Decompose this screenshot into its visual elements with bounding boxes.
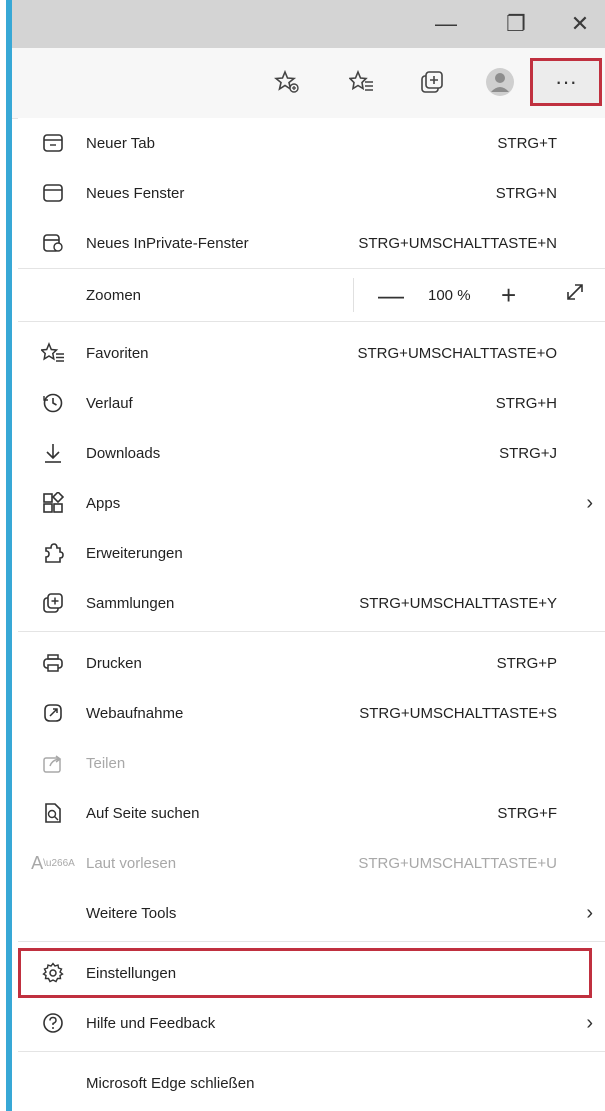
menu-item-shortcut: STRG+UMSCHALTTASTE+Y — [359, 594, 557, 612]
menu-item-help[interactable]: Hilfe und Feedback › — [18, 998, 605, 1048]
menu-item-label: Neues Fenster — [86, 184, 185, 202]
profile-icon[interactable] — [480, 62, 520, 102]
menu-item-shortcut: STRG+UMSCHALTTASTE+S — [359, 704, 557, 722]
menu-item-shortcut: STRG+H — [495, 394, 557, 412]
menu-item-label: Weitere Tools — [86, 904, 177, 922]
menu-item-label: Sammlungen — [86, 594, 175, 612]
menu-item-label: Favoriten — [86, 344, 149, 362]
find-icon — [40, 800, 66, 826]
favorites-icon[interactable] — [342, 62, 382, 102]
menu-item-label: Downloads — [86, 444, 161, 462]
history-icon — [40, 390, 66, 416]
menu-divider — [18, 631, 605, 632]
menu-divider — [18, 941, 605, 942]
chevron-right-icon: › — [586, 491, 593, 514]
menu-item-apps[interactable]: Apps › — [18, 478, 605, 528]
menu-item-label: Drucken — [86, 654, 142, 672]
menu-item-more-tools[interactable]: Weitere Tools › — [18, 888, 605, 938]
menu-item-shortcut: STRG+P — [496, 654, 557, 672]
zoom-separator — [353, 278, 354, 312]
menu-item-label: Webaufnahme — [86, 704, 184, 722]
menu-item-web-capture[interactable]: Webaufnahme STRG+UMSCHALTTASTE+S — [18, 688, 605, 738]
menu-item-label: Neues InPrivate-Fenster — [86, 234, 249, 252]
chevron-right-icon: › — [586, 901, 593, 924]
menu-item-share: Teilen — [18, 738, 605, 788]
browser-window: — ❐ ✕ ··· Neuer Tab STRG+T Neues Fenster… — [0, 0, 605, 1111]
menu-item-new-window[interactable]: Neues Fenster STRG+N — [18, 168, 605, 218]
minimize-button[interactable]: — — [426, 6, 466, 42]
download-icon — [40, 440, 66, 466]
menu-item-downloads[interactable]: Downloads STRG+J — [18, 428, 605, 478]
fullscreen-icon[interactable] — [564, 281, 586, 309]
share-icon — [40, 750, 66, 776]
print-icon — [40, 650, 66, 676]
extensions-icon — [40, 540, 66, 566]
close-window-button[interactable]: ✕ — [560, 6, 600, 42]
menu-item-shortcut: STRG+J — [499, 444, 557, 462]
menu-divider — [18, 1051, 605, 1052]
menu-divider — [18, 321, 605, 322]
menu-item-label: Laut vorlesen — [86, 854, 177, 872]
zoom-in-button[interactable]: + — [501, 280, 516, 311]
collections-icon[interactable] — [412, 62, 452, 102]
restore-button[interactable]: ❐ — [496, 6, 536, 42]
menu-item-read-aloud: A \u266A Laut vorlesen STRG+UMSCHALTTASTE… — [18, 838, 605, 888]
menu-item-label: Teilen — [86, 754, 126, 772]
menu-item-history[interactable]: Verlauf STRG+H — [18, 378, 605, 428]
new-tab-icon — [40, 130, 66, 156]
menu-item-collections[interactable]: Sammlungen STRG+UMSCHALTTASTE+Y — [18, 578, 605, 628]
menu-item-shortcut: STRG+F — [497, 804, 557, 822]
menu-item-find[interactable]: Auf Seite suchen STRG+F — [18, 788, 605, 838]
collections-icon — [40, 590, 66, 616]
menu-item-new-tab[interactable]: Neuer Tab STRG+T — [18, 118, 605, 168]
menu-item-label: Auf Seite suchen — [86, 804, 200, 822]
menu-item-shortcut: STRG+UMSCHALTTASTE+O — [357, 344, 557, 362]
menu-item-close-edge[interactable]: Microsoft Edge schließen — [18, 1058, 605, 1108]
menu-item-label: Apps — [86, 494, 121, 512]
add-favorite-icon[interactable] — [267, 62, 307, 102]
menu-item-extensions[interactable]: Erweiterungen — [18, 528, 605, 578]
menu-item-label: Hilfe und Feedback — [86, 1014, 216, 1032]
help-icon — [40, 1010, 66, 1036]
inprivate-icon — [40, 230, 66, 256]
browser-toolbar — [12, 48, 605, 119]
favorites-icon — [40, 340, 66, 366]
menu-item-zoom: Zoomen — 100 % + — [18, 270, 605, 320]
read-aloud-icon: A \u266A — [31, 852, 75, 873]
menu-item-shortcut: STRG+UMSCHALTTASTE+U — [358, 854, 557, 872]
menu-item-shortcut: STRG+N — [495, 184, 557, 202]
web-capture-icon — [40, 700, 66, 726]
menu-item-label: Erweiterungen — [86, 544, 183, 562]
menu-item-new-inprivate[interactable]: Neues InPrivate-Fenster STRG+UMSCHALTTAS… — [18, 218, 605, 268]
apps-icon — [40, 490, 66, 516]
menu-item-print[interactable]: Drucken STRG+P — [18, 638, 605, 688]
new-window-icon — [40, 180, 66, 206]
zoom-value: 100 % — [428, 286, 471, 304]
window-edge — [6, 0, 12, 1111]
zoom-out-button[interactable]: — — [378, 280, 404, 311]
menu-item-label: Microsoft Edge schließen — [86, 1074, 255, 1092]
menu-item-shortcut: STRG+T — [497, 134, 557, 152]
title-bar: — ❐ ✕ — [12, 0, 605, 48]
settings-highlight-box — [18, 948, 592, 998]
chevron-right-icon: › — [586, 1011, 593, 1034]
menu-item-shortcut: STRG+UMSCHALTTASTE+N — [358, 234, 557, 252]
menu-divider — [18, 268, 605, 269]
zoom-label: Zoomen — [86, 286, 142, 304]
settings-and-more-button[interactable]: ··· — [530, 58, 602, 106]
menu-item-label: Verlauf — [86, 394, 133, 412]
menu-item-label: Neuer Tab — [86, 134, 155, 152]
menu-item-favorites[interactable]: Favoriten STRG+UMSCHALTTASTE+O — [18, 328, 605, 378]
